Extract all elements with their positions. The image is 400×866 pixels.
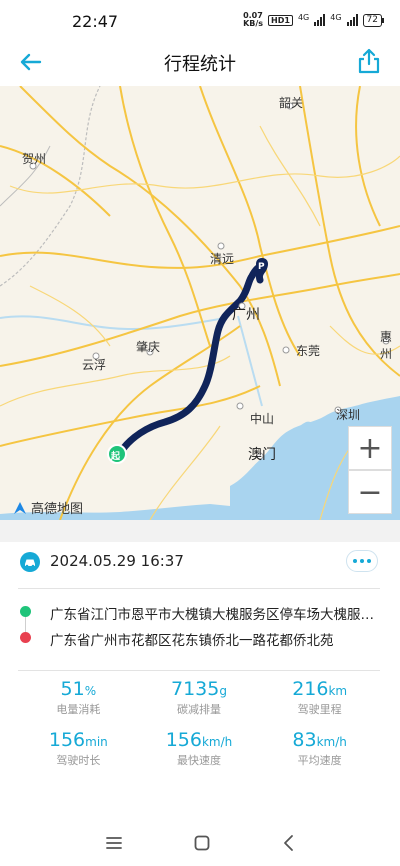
amap-logo: 高德地图 [12,498,83,517]
network-type-2: 4G [330,12,342,22]
hd-badge: HD1 [268,14,293,26]
stat-carbon-reduction: 7135g 碳减排量 [139,678,260,717]
more-icon[interactable] [346,550,378,572]
map-label-aomen: 澳门 [248,447,276,463]
stat-label: 驾驶时长 [56,754,101,767]
stat-label: 最快速度 [176,754,221,767]
stat-unit: % [84,684,97,698]
stat-distance: 216km 驾驶里程 [259,678,380,717]
battery-icon: 72 [362,13,385,27]
stat-max-speed: 156km/h 最快速度 [139,729,260,768]
car-icon [20,552,40,572]
app-header: 行程统计 [0,40,400,84]
stat-label: 电量消耗 [56,703,101,716]
menu-icon[interactable] [105,835,123,851]
network-speed: 0.07 KB/s [243,12,263,28]
start-address: 广东省江门市恩平市大槐镇大槐服务区停车场大槐服务区 [50,607,380,623]
signal-icon [314,14,326,26]
stat-unit: km [328,684,348,698]
zoom-in-button[interactable]: + [348,426,392,470]
stat-value: 156 [48,729,86,751]
home-icon[interactable] [193,834,211,852]
map-label-dongguan: 东莞 [296,344,321,358]
stat-unit: km/h [201,735,233,749]
stat-value: 83 [292,729,317,751]
stat-avg-speed: 83km/h 平均速度 [259,729,380,768]
stat-value: 51 [60,678,85,700]
stat-value: 156 [165,729,202,751]
map-label-zhongshan: 中山 [250,412,275,426]
map-label-huizhou: 惠州 [380,330,393,361]
share-icon[interactable] [356,47,382,75]
map-canvas [0,86,400,520]
map-label-zhaoqing: 肇庆 [136,340,161,354]
start-dot-icon [20,606,31,617]
status-bar: 22:47 0.07 KB/s HD1 4G 4G 72 [0,0,400,40]
network-speed-unit: KB/s [243,19,264,28]
map-label-guangzhou: 广州 [232,307,260,323]
stat-duration: 156min 驾驶时长 [18,729,139,768]
stat-value: 216 [292,678,329,700]
trip-stats: 51% 电量消耗 7135g 碳减排量 216km 驾驶里程 156min 驾驶… [18,678,380,768]
end-address: 广东省广州市花都区花东镇侨北一路花都侨北苑 [50,633,334,649]
system-nav-bar [0,820,400,866]
map-label-shenzhen: 深圳 [336,408,361,422]
start-marker-label: 起 [111,452,121,462]
stat-unit: g [219,684,227,698]
route-map[interactable]: 韶关 贺州 清远 广州 肇庆 东莞 惠州 云浮 深圳 中山 澳门 香港 P 起 … [0,86,400,520]
trip-datetime: 2024.05.29 16:37 [50,552,184,570]
map-label-hezhou: 贺州 [22,152,47,166]
status-time: 22:47 [72,12,119,31]
stat-value: 7135 [171,678,220,700]
amap-logo-icon [14,501,26,514]
zoom-out-button[interactable]: − [348,470,392,514]
end-dot-icon [20,632,31,643]
status-indicators: 0.07 KB/s HD1 4G 4G 72 [243,12,385,28]
section-separator [0,520,400,542]
signal-icon [346,14,358,26]
divider [18,670,380,671]
stat-unit: km/h [316,735,347,749]
trip-info-row: 2024.05.29 16:37 [0,548,400,578]
stat-label: 平均速度 [297,754,342,767]
stat-battery-usage: 51% 电量消耗 [18,678,139,717]
end-marker-label: P [258,262,265,272]
network-type-1: 4G [297,12,310,22]
map-label-qingyuan: 清远 [210,252,235,266]
stat-unit: min [85,735,108,749]
stat-label: 碳减排量 [176,703,221,716]
amap-logo-text: 高德地图 [31,502,84,517]
page-title: 行程统计 [164,54,236,75]
back-nav-icon[interactable] [281,834,295,852]
divider [18,588,380,589]
stat-label: 驾驶里程 [297,703,342,716]
route-path [114,262,266,460]
map-label-shaoguan: 韶关 [279,96,304,110]
map-label-yunfu: 云浮 [82,358,107,372]
